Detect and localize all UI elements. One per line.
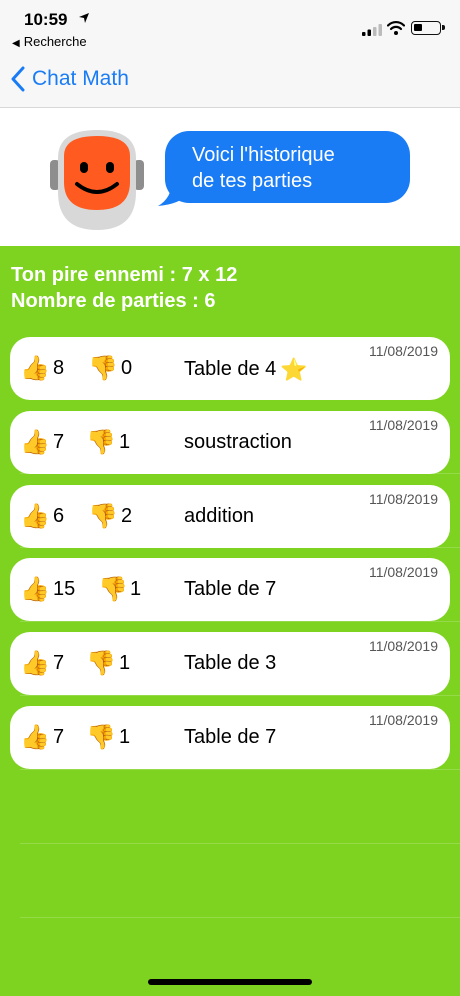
game-card[interactable]: 👍 8 👎 0 Table de 4 ⭐ 11/08/2019 bbox=[10, 337, 450, 400]
game-date: 11/08/2019 bbox=[368, 343, 438, 359]
game-card[interactable]: 👍 6 👎 2 addition 11/08/2019 bbox=[10, 485, 450, 548]
status-bar: 10:59 ◀ Recherche bbox=[0, 0, 460, 58]
game-name-text: Table de 4 bbox=[184, 358, 277, 380]
thumbs-up-icon: 👍 bbox=[20, 355, 50, 382]
game-card[interactable]: 👍 7 👎 1 Table de 7 11/08/2019 bbox=[10, 706, 450, 769]
back-app-label: Recherche bbox=[23, 34, 87, 49]
game-date: 11/08/2019 bbox=[368, 417, 438, 433]
correct-count: 6 bbox=[53, 505, 65, 527]
game-name: soustraction bbox=[184, 431, 292, 453]
speech-bubble: Voici l'historique de tes parties bbox=[165, 131, 410, 203]
battery-icon bbox=[411, 21, 445, 35]
game-date: 11/08/2019 bbox=[368, 638, 438, 654]
correct-count: 15 bbox=[53, 578, 76, 600]
thumbs-down-icon: 👎 bbox=[86, 650, 116, 677]
game-card[interactable]: 👍 7 👎 1 soustraction 11/08/2019 bbox=[10, 411, 450, 474]
games-count-text: Nombre de parties : 6 bbox=[11, 290, 216, 312]
wrong-count: 1 bbox=[130, 578, 142, 600]
wrong-count: 1 bbox=[119, 726, 131, 748]
summary-block: Ton pire ennemi : 7 x 12 Nombre de parti… bbox=[11, 262, 237, 314]
thumbs-down-icon: 👎 bbox=[98, 576, 128, 603]
game-date: 11/08/2019 bbox=[368, 712, 438, 728]
star-icon: ⭐ bbox=[280, 357, 308, 382]
game-date: 11/08/2019 bbox=[368, 564, 438, 580]
correct-count: 7 bbox=[53, 431, 65, 453]
wrong-count: 1 bbox=[119, 652, 131, 674]
status-time: 10:59 bbox=[24, 10, 68, 29]
thumbs-up-icon: 👍 bbox=[20, 650, 50, 677]
bubble-line-2: de tes parties bbox=[192, 170, 313, 192]
game-name: Table de 7 bbox=[184, 578, 277, 600]
thumbs-down-icon: 👎 bbox=[88, 355, 118, 382]
game-date: 11/08/2019 bbox=[368, 491, 438, 507]
correct-count: 7 bbox=[53, 726, 65, 748]
game-name: Table de 3 bbox=[184, 652, 277, 674]
thumbs-down-icon: 👎 bbox=[86, 724, 116, 751]
wifi-icon bbox=[387, 21, 405, 35]
thumbs-up-icon: 👍 bbox=[20, 576, 50, 603]
back-to-app-link[interactable]: ◀ Recherche bbox=[12, 34, 87, 49]
wrong-count: 0 bbox=[121, 357, 133, 379]
nav-back-button[interactable]: Chat Math bbox=[10, 66, 129, 92]
game-card[interactable]: 👍 7 👎 1 Table de 3 11/08/2019 bbox=[10, 632, 450, 695]
thumbs-up-icon: 👍 bbox=[20, 503, 50, 530]
wrong-count: 1 bbox=[119, 431, 131, 453]
worst-enemy-text: Ton pire ennemi : 7 x 12 bbox=[11, 264, 238, 286]
game-name: Table de 4 ⭐ bbox=[184, 357, 308, 383]
home-indicator[interactable] bbox=[148, 979, 312, 985]
correct-count: 8 bbox=[53, 357, 65, 379]
chevron-left-icon bbox=[11, 66, 25, 92]
back-triangle-icon: ◀ bbox=[12, 38, 20, 49]
wrong-count: 2 bbox=[121, 505, 133, 527]
header-panel: Voici l'historique de tes parties bbox=[0, 108, 460, 246]
thumbs-down-icon: 👎 bbox=[88, 503, 118, 530]
cellular-signal-icon bbox=[362, 24, 382, 36]
nav-back-label: Chat Math bbox=[32, 67, 129, 90]
game-card[interactable]: 👍 15 👎 1 Table de 7 11/08/2019 bbox=[10, 558, 450, 621]
bubble-line-1: Voici l'historique bbox=[192, 144, 335, 166]
thumbs-up-icon: 👍 bbox=[20, 429, 50, 456]
game-name: addition bbox=[184, 505, 255, 527]
location-arrow-icon bbox=[79, 13, 89, 23]
robot-avatar-icon bbox=[50, 130, 144, 230]
thumbs-up-icon: 👍 bbox=[20, 724, 50, 751]
correct-count: 7 bbox=[53, 652, 65, 674]
game-name: Table de 7 bbox=[184, 726, 277, 748]
thumbs-down-icon: 👎 bbox=[86, 429, 116, 456]
navigation-bar: Chat Math bbox=[0, 58, 460, 108]
